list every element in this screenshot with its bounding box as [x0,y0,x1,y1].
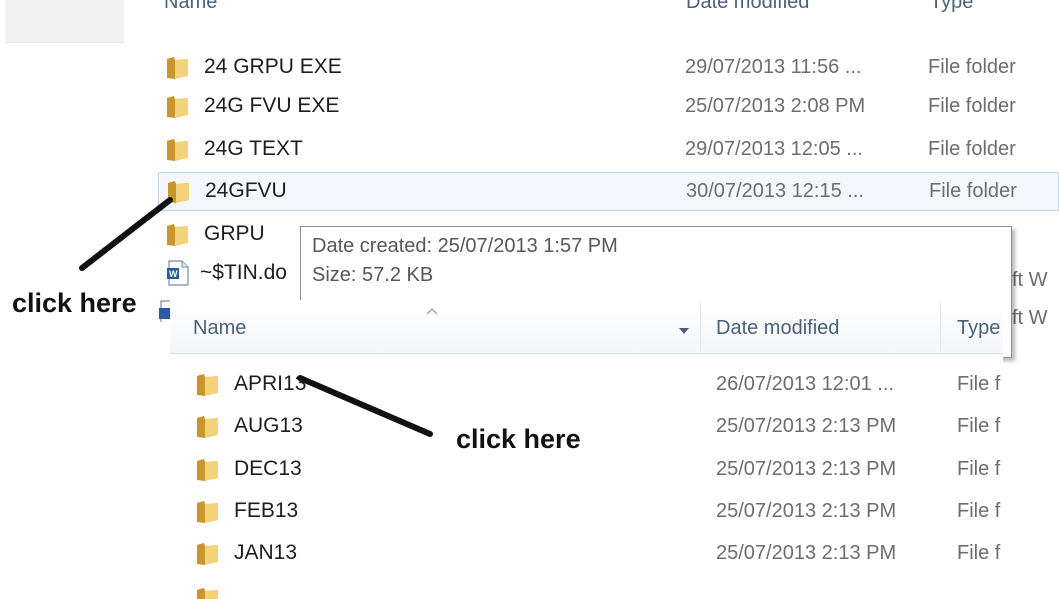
annotation-click-here: click here [12,288,137,318]
annotation-arrow [297,375,433,437]
annotation-click-here: click here [456,424,581,454]
annotation-arrows [79,197,433,437]
annotation-arrow [79,197,173,271]
